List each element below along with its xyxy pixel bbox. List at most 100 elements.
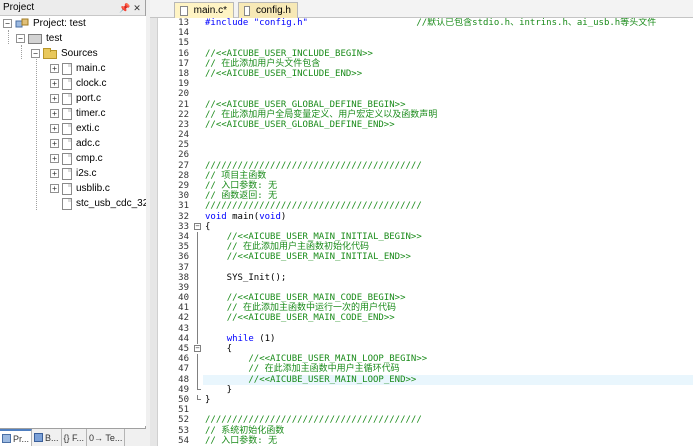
project-tree[interactable]: − Project: test − test − Sources + main.… [0, 16, 146, 426]
tree-item-file[interactable]: + exti.c [50, 121, 99, 136]
code-text[interactable]: } [203, 395, 693, 405]
c-file-icon [62, 107, 72, 120]
tree-item-project[interactable]: − Project: test [3, 16, 86, 31]
fold-marker[interactable]: − [193, 222, 203, 232]
tree-item-file[interactable]: + i2s.c [50, 166, 97, 181]
tree-item-file[interactable]: stc_usb_cdc_32g [62, 196, 146, 211]
tab-config-h[interactable]: config.h [238, 2, 298, 18]
tree-item-file[interactable]: + usblib.c [50, 181, 110, 196]
code-text[interactable] [203, 150, 693, 160]
close-icon[interactable]: ✕ [132, 3, 142, 13]
fold-marker [193, 262, 203, 273]
collapse-icon[interactable]: − [31, 49, 40, 58]
tree-item-file[interactable]: + timer.c [50, 106, 105, 121]
code-text[interactable]: //<<AICUBE_USER_MAIN_INITIAL_BEGIN>> [203, 232, 693, 242]
collapse-icon[interactable]: − [194, 345, 201, 352]
code-text[interactable]: //<<AICUBE_USER_INCLUDE_END>> [203, 69, 693, 79]
expand-icon[interactable]: + [50, 139, 59, 148]
code-text[interactable] [203, 79, 693, 89]
code-text[interactable]: //<<AICUBE_USER_INCLUDE_BEGIN>> [203, 49, 693, 59]
tree-item-file[interactable]: + cmp.c [50, 151, 103, 166]
fold-marker [193, 212, 203, 222]
fold-marker[interactable]: − [193, 344, 203, 354]
line-number: 49 [178, 384, 189, 395]
code-text[interactable]: SYS_Init(); [203, 273, 693, 283]
code-text[interactable]: //<<AICUBE_USER_GLOBAL_DEFINE_END>> [203, 120, 693, 130]
code-text[interactable] [203, 38, 693, 48]
line-number: 32 [178, 211, 189, 222]
code-text[interactable]: void main(void) [203, 212, 693, 222]
code-text[interactable]: //<<AICUBE_USER_MAIN_LOOP_BEGIN>> [203, 354, 693, 364]
code-text[interactable] [203, 130, 693, 140]
code-line: 23 //<<AICUBE_USER_GLOBAL_DEFINE_END>> [158, 120, 693, 130]
code-text[interactable]: // 在此添加用户头文件包含 [203, 59, 693, 69]
line-number: 52 [178, 415, 189, 426]
collapse-icon[interactable]: − [3, 19, 12, 28]
code-text[interactable]: } [203, 385, 693, 395]
tree-item-file[interactable]: + clock.c [50, 76, 107, 91]
code-text[interactable] [203, 405, 693, 415]
expand-icon[interactable]: + [50, 109, 59, 118]
expand-icon[interactable]: + [50, 169, 59, 178]
code-text[interactable]: // 项目主函数 [203, 171, 693, 181]
code-text[interactable]: //<<AICUBE_USER_GLOBAL_DEFINE_BEGIN>> [203, 100, 693, 110]
tab-main-c[interactable]: main.c* [174, 2, 234, 18]
code-text[interactable]: // 在此添加主函数中用户主循环代码 [203, 364, 693, 374]
tree-item-file[interactable]: + adc.c [50, 136, 100, 151]
collapse-icon[interactable]: − [16, 34, 25, 43]
tab-project[interactable]: Pr... [0, 429, 33, 446]
breakpoint-gutter[interactable] [150, 18, 158, 446]
code-text[interactable]: //////////////////////////////////////// [203, 161, 693, 171]
c-file-icon [62, 92, 72, 105]
code-text[interactable] [203, 324, 693, 334]
code-text[interactable]: //<<AICUBE_USER_MAIN_INITIAL_END>> [203, 252, 693, 262]
fold-marker [193, 110, 203, 120]
tab-functions[interactable]: {} F... [62, 429, 88, 446]
code-line: 34 //<<AICUBE_USER_MAIN_INITIAL_BEGIN>> [158, 231, 693, 243]
code-text[interactable] [203, 89, 693, 99]
code-text[interactable]: #include "config.h" //默认已包含stdio.h、intri… [203, 18, 693, 28]
line-number: 45 [178, 344, 189, 354]
expand-icon[interactable]: + [50, 124, 59, 133]
tree-item-file[interactable]: + main.c [50, 61, 105, 76]
tree-label: test [46, 33, 63, 44]
code-text[interactable] [203, 140, 693, 150]
tree-label: Sources [61, 48, 98, 59]
expand-icon[interactable]: + [50, 154, 59, 163]
tab-templates[interactable]: 0→ Te... [87, 429, 126, 446]
collapse-icon[interactable]: − [194, 222, 201, 230]
expand-icon[interactable]: + [50, 94, 59, 103]
code-editor[interactable]: 13 #include "config.h" //默认已包含stdio.h、int… [150, 18, 693, 446]
pin-icon[interactable]: 📌 [119, 3, 130, 13]
tree-item-target[interactable]: − test [16, 31, 62, 46]
code-text[interactable]: // 系统初始化函数 [203, 426, 693, 436]
tree-item-group[interactable]: − Sources [31, 46, 98, 61]
code-text[interactable] [203, 263, 693, 273]
expand-icon[interactable]: + [50, 79, 59, 88]
code-text[interactable]: // 函数返回: 无 [203, 191, 693, 201]
expand-icon[interactable]: + [50, 64, 59, 73]
code-text[interactable]: // 入口参数: 无 [203, 436, 693, 446]
expand-icon[interactable]: + [50, 184, 59, 193]
code-text[interactable]: while (1) [203, 334, 693, 344]
code-text[interactable]: //////////////////////////////////////// [203, 415, 693, 425]
code-text[interactable]: //<<AICUBE_USER_MAIN_CODE_END>> [203, 313, 693, 323]
tree-label: clock.c [76, 78, 107, 89]
file-icon [244, 5, 250, 16]
fold-marker [193, 79, 203, 89]
code-text[interactable]: { [203, 344, 693, 354]
code-text[interactable] [203, 283, 693, 293]
code-text[interactable]: { [203, 222, 693, 232]
code-text[interactable]: //<<AICUBE_USER_MAIN_CODE_BEGIN>> [203, 293, 693, 303]
code-text[interactable] [203, 28, 693, 38]
code-text[interactable]: // 入口参数: 无 [203, 181, 693, 191]
code-text[interactable]: // 在此添加主函数中运行一次的用户代码 [203, 303, 693, 313]
tab-books[interactable]: B... [32, 429, 62, 446]
code-text[interactable]: //////////////////////////////////////// [203, 201, 693, 211]
code-text[interactable]: // 在此添加用户主函数初始化代码 [203, 242, 693, 252]
code-text[interactable]: // 在此添加用户全局变量定义、用户宏定义以及函数声明 [203, 110, 693, 120]
code-text[interactable]: //<<AICUBE_USER_MAIN_LOOP_END>> [203, 374, 693, 385]
tree-item-file[interactable]: + port.c [50, 91, 101, 106]
c-file-icon [62, 122, 72, 135]
code-line: 33−{ [158, 222, 693, 232]
